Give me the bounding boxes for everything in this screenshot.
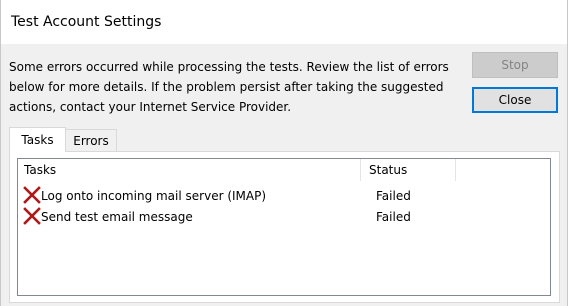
- test-account-settings-dialog: Test Account Settings Some errors occurr…: [0, 0, 568, 306]
- table-row[interactable]: Send test email message Failed: [18, 206, 550, 227]
- column-header-status[interactable]: Status: [369, 159, 457, 181]
- dialog-title: Test Account Settings: [11, 14, 162, 30]
- failed-x-icon: [23, 186, 41, 204]
- task-status: Failed: [376, 188, 411, 203]
- tab-tasks[interactable]: Tasks: [9, 127, 66, 152]
- failed-x-icon: [23, 207, 41, 225]
- title-bar: Test Account Settings: [1, 0, 567, 44]
- status-message: Some errors occurred while processing th…: [9, 60, 449, 114]
- close-button[interactable]: Close: [472, 87, 558, 113]
- tasks-tab-panel: Tasks Status Log onto incoming mail serv…: [9, 151, 560, 303]
- stop-button[interactable]: Stop: [472, 52, 558, 78]
- column-header-tasks[interactable]: Tasks: [24, 159, 358, 181]
- column-divider[interactable]: [455, 159, 456, 181]
- task-list[interactable]: Tasks Status Log onto incoming mail serv…: [17, 158, 551, 296]
- table-row[interactable]: Log onto incoming mail server (IMAP) Fai…: [18, 185, 550, 206]
- task-name: Send test email message: [41, 209, 193, 224]
- task-name: Log onto incoming mail server (IMAP): [41, 188, 267, 203]
- dialog-body: Some errors occurred while processing th…: [1, 44, 567, 306]
- column-divider[interactable]: [360, 159, 361, 181]
- task-status: Failed: [376, 209, 411, 224]
- tab-errors[interactable]: Errors: [65, 129, 117, 152]
